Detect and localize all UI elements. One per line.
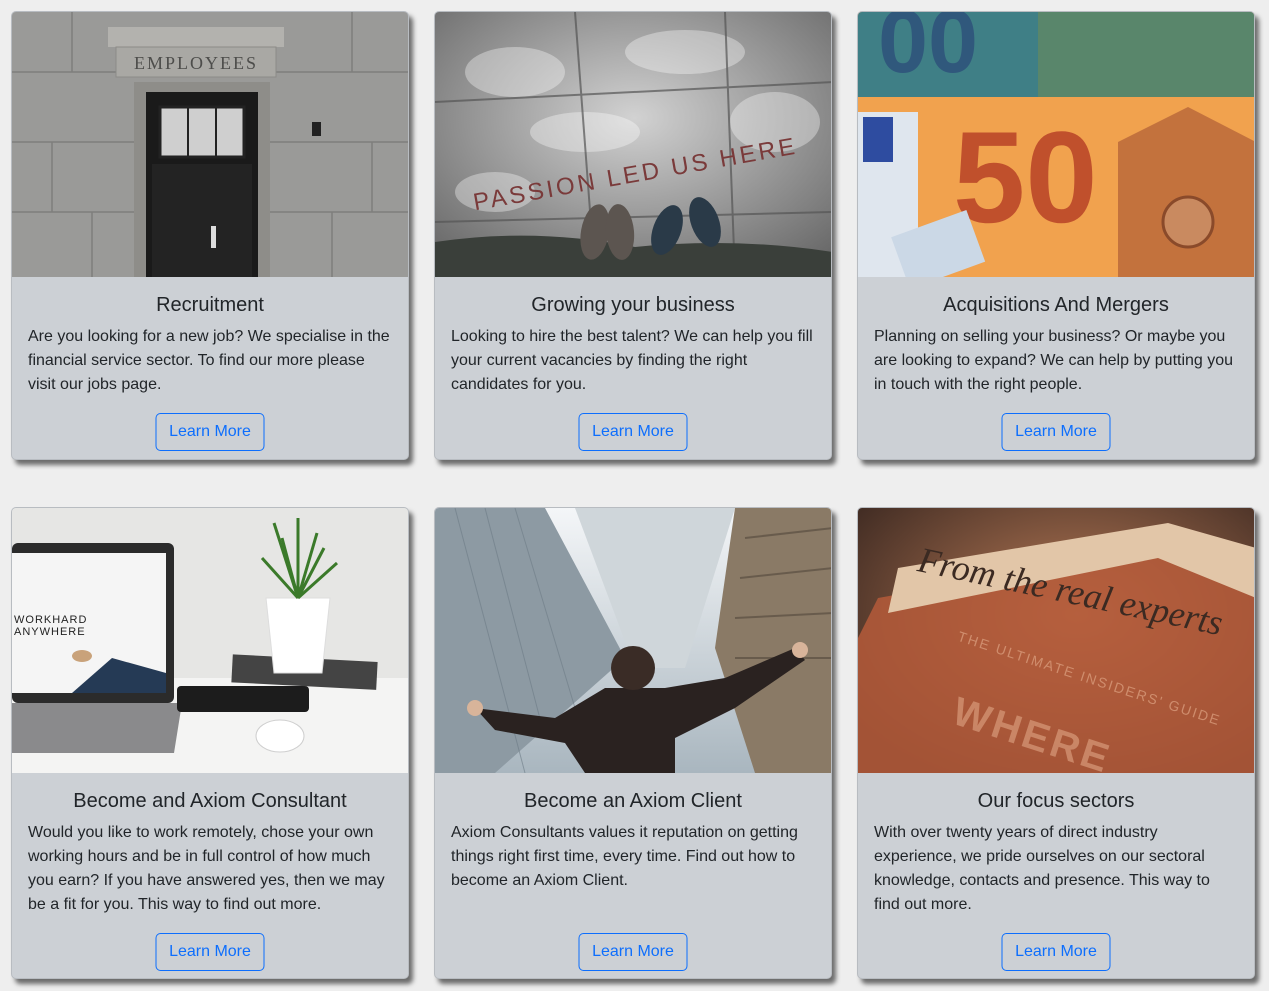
learn-more-button[interactable]: Learn More <box>155 413 265 451</box>
banknote-50: 50 <box>953 104 1098 250</box>
card-acquisitions: 00 50 Acquisitions And Mergers Planning … <box>857 11 1255 460</box>
card-image-real-experts-book: From the real experts THE ULTIMATE INSID… <box>858 508 1254 773</box>
card-title: Growing your business <box>531 294 735 316</box>
employees-engraving: EMPLOYEES <box>134 53 258 73</box>
laptop-screen-text: WORKHARD <box>14 614 87 626</box>
card-title: Become and Axiom Consultant <box>73 790 347 812</box>
card-title: Become an Axiom Client <box>524 790 742 812</box>
card-text: Are you looking for a new job? We specia… <box>28 328 390 393</box>
card-image-employees-door: EMPLOYEES <box>12 12 408 277</box>
learn-more-button[interactable]: Learn More <box>578 413 688 451</box>
card-focus-sectors: From the real experts THE ULTIMATE INSID… <box>857 507 1255 979</box>
card-title: Our focus sectors <box>977 790 1135 812</box>
card-title: Recruitment <box>156 294 264 316</box>
svg-text:00: 00 <box>878 12 978 92</box>
card-growing-business: PASSION LED US HERE Growing your busines… <box>434 11 832 460</box>
card-image-euro-banknotes: 00 50 <box>858 12 1254 277</box>
learn-more-button[interactable]: Learn More <box>578 933 688 971</box>
learn-more-button[interactable]: Learn More <box>1001 413 1111 451</box>
card-text: Would you like to work remotely, chose y… <box>28 824 385 913</box>
card-text: With over twenty years of direct industr… <box>874 824 1210 913</box>
card-become-client: Become an Axiom Client Axiom Consultants… <box>434 507 832 979</box>
card-text: Planning on selling your business? Or ma… <box>874 328 1234 393</box>
card-text: Looking to hire the best talent? We can … <box>451 328 813 393</box>
svg-text:ANYWHERE: ANYWHERE <box>14 626 86 638</box>
card-image-skyscraper-man <box>435 508 831 773</box>
card-image-passion-pavement: PASSION LED US HERE <box>435 12 831 277</box>
card-text: Axiom Consultants values it reputation o… <box>451 824 798 889</box>
card-become-consultant: WORKHARD ANYWHERE Become and Axiom Consu… <box>11 507 409 979</box>
learn-more-button[interactable]: Learn More <box>155 933 265 971</box>
card-image-laptop-desk: WORKHARD ANYWHERE <box>12 508 408 773</box>
learn-more-button[interactable]: Learn More <box>1001 933 1111 971</box>
card-recruitment: EMPLOYEES Recruitment Are you looking fo… <box>11 11 409 460</box>
card-title: Acquisitions And Mergers <box>943 294 1169 316</box>
